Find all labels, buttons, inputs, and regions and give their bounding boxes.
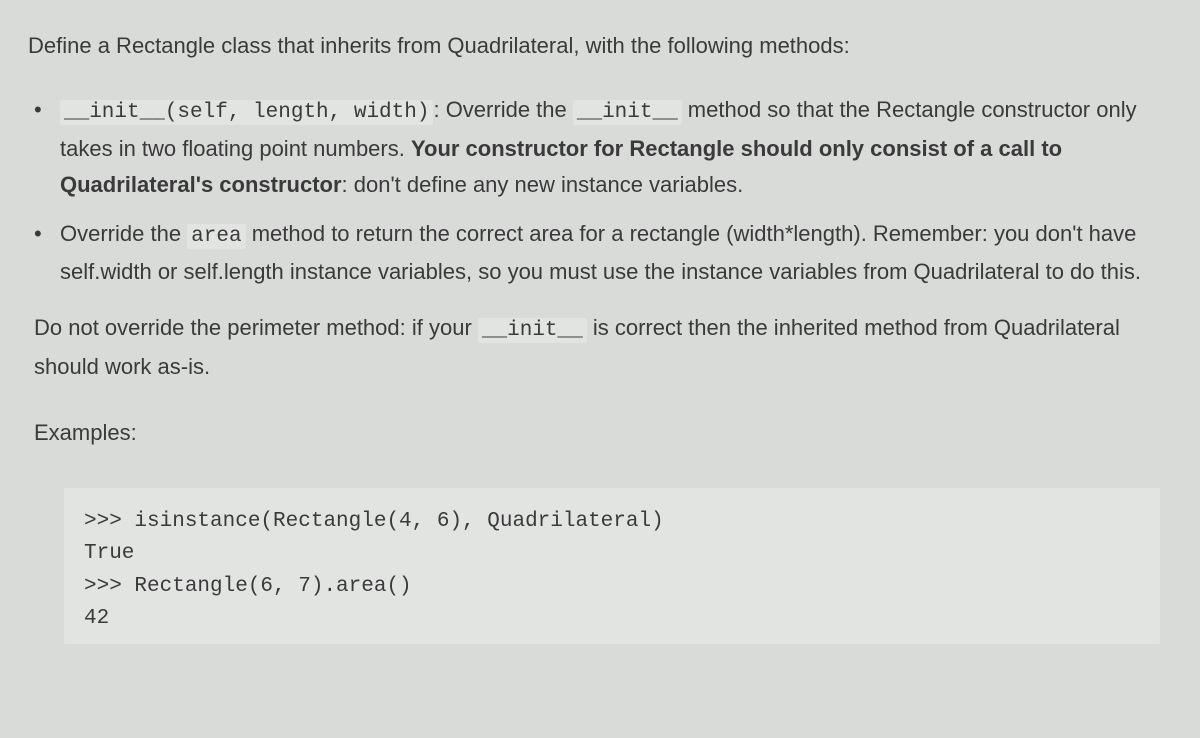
text: Override the <box>60 221 187 246</box>
text: : Override the <box>433 97 572 122</box>
list-item: __init__(self, length, width): Override … <box>60 92 1180 203</box>
code-block: >>> isinstance(Rectangle(4, 6), Quadrila… <box>64 488 1160 644</box>
code-line: >>> isinstance(Rectangle(4, 6), Quadrila… <box>84 506 1140 539</box>
paragraph: Do not override the perimeter method: if… <box>28 310 1180 385</box>
intro-text: Define a Rectangle class that inherits f… <box>28 28 1180 64</box>
bullet-list: __init__(self, length, width): Override … <box>28 92 1180 290</box>
code-inline: __init__ <box>573 100 682 125</box>
list-item: Override the area method to return the c… <box>60 216 1180 291</box>
code-inline: area <box>187 224 245 249</box>
code-inline: __init__ <box>478 318 587 343</box>
code-line: >>> Rectangle(6, 7).area() <box>84 571 1140 604</box>
code-inline: __init__(self, length, width) <box>60 100 433 125</box>
code-line: True <box>84 538 1140 571</box>
examples-heading: Examples: <box>28 415 1180 451</box>
text: : don't define any new instance variable… <box>342 172 744 197</box>
text: Do not override the perimeter method: if… <box>34 315 478 340</box>
code-line: 42 <box>84 603 1140 636</box>
